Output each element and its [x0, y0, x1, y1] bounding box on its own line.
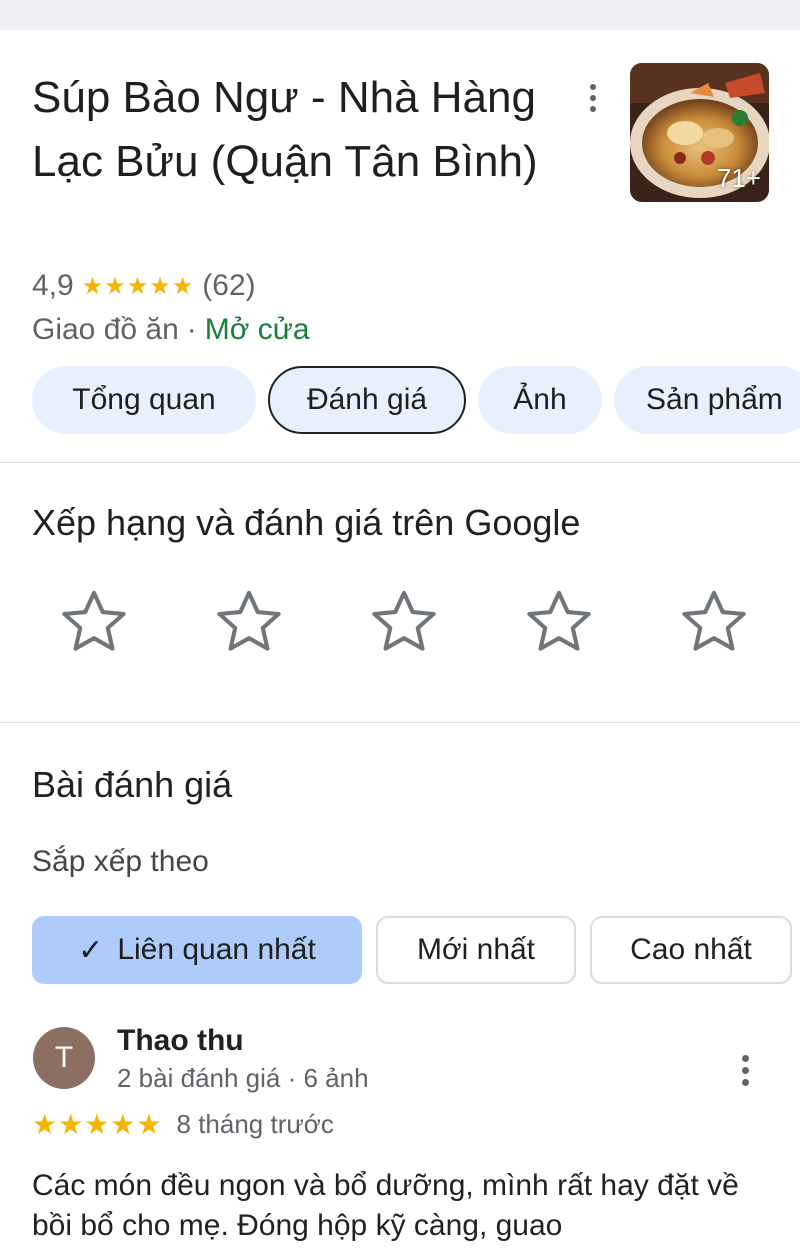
place-meta: Giao đồ ăn · Mở cửa — [32, 310, 310, 350]
rate-stars-row — [56, 584, 752, 660]
tab-photos[interactable]: Ảnh — [478, 366, 602, 434]
sort-label: Sắp xếp theo — [32, 845, 209, 878]
review-more-options-icon[interactable] — [730, 1050, 760, 1090]
meta-separator: · — [186, 313, 197, 346]
review-text: Các món đều ngon và bổ dưỡng, mình rất h… — [32, 1169, 739, 1242]
star-outline-icon[interactable] — [366, 584, 442, 660]
place-photo-thumbnail[interactable]: 71+ — [630, 63, 769, 202]
review-stars-icon: ★★★★★ — [32, 1109, 163, 1140]
sort-chips: ✓ Liên quan nhất Mới nhất Cao nhất — [32, 916, 792, 984]
check-icon: ✓ — [78, 933, 104, 967]
tab-overview[interactable]: Tổng quan — [32, 366, 256, 434]
open-status: Mở cửa — [204, 313, 310, 346]
star-outline-icon[interactable] — [56, 584, 132, 660]
sort-chip-newest[interactable]: Mới nhất — [376, 916, 576, 984]
place-category: Giao đồ ăn — [32, 313, 179, 346]
reviewer-name[interactable]: Thao thu — [117, 1024, 244, 1058]
star-outline-icon[interactable] — [676, 584, 752, 660]
star-outline-icon[interactable] — [521, 584, 597, 660]
top-strip — [0, 0, 800, 30]
photo-count: 71+ — [716, 163, 761, 193]
review-rating: ★★★★★ 8 tháng trước — [32, 1108, 334, 1141]
reviewer-meta: 2 bài đánh giá · 6 ảnh — [117, 1063, 369, 1093]
tab-reviews[interactable]: Đánh giá — [268, 366, 466, 434]
place-title: Súp Bào Ngư - Nhà Hàng Lạc Bửu (Quận Tân… — [32, 73, 538, 186]
avatar[interactable]: T — [33, 1027, 95, 1089]
rating-value: 4,9 — [32, 269, 74, 302]
sort-chip-most-relevant[interactable]: ✓ Liên quan nhất — [32, 916, 362, 984]
place-tabs: Tổng quan Đánh giá Ảnh Sản phẩm — [32, 366, 800, 434]
divider — [0, 722, 800, 723]
star-outline-icon[interactable] — [211, 584, 287, 660]
more-options-icon[interactable] — [578, 78, 608, 118]
review-count: (62) — [202, 269, 256, 302]
tab-products[interactable]: Sản phẩm — [614, 366, 800, 434]
divider — [0, 462, 800, 463]
review-time: 8 tháng trước — [176, 1109, 334, 1139]
rating-stars-icon: ★★★★★ — [81, 272, 195, 300]
reviews-section-title: Bài đánh giá — [32, 764, 233, 805]
sort-chip-label: Liên quan nhất — [117, 933, 316, 966]
rate-section-title: Xếp hạng và đánh giá trên Google — [32, 502, 581, 543]
sort-chip-highest[interactable]: Cao nhất — [590, 916, 792, 984]
rating-summary[interactable]: 4,9 ★★★★★ (62) — [32, 266, 256, 306]
